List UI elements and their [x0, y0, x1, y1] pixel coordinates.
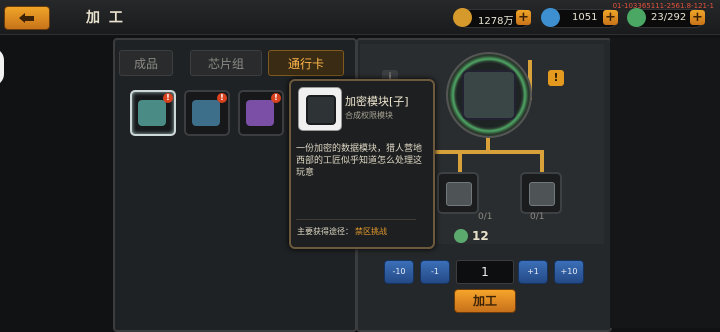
gold-coin-icon: [453, 8, 472, 27]
key-count: 12: [472, 229, 489, 243]
version-text: 01-103365111-2561.8-121-1: [612, 2, 714, 10]
add-energy-button[interactable]: +: [690, 10, 705, 25]
back-button[interactable]: [4, 6, 50, 30]
alert-badge: !: [271, 93, 281, 103]
alert-badge: !: [163, 93, 173, 103]
tooltip-divider: [296, 219, 416, 220]
page-title: 加 工: [86, 10, 125, 26]
tab-products[interactable]: 成品: [119, 50, 173, 76]
edge-handle[interactable]: [0, 48, 4, 86]
module-icon: [192, 100, 220, 126]
tooltip-source-value[interactable]: 禁区挑战: [355, 226, 387, 237]
gold-value: 1278万: [478, 16, 514, 27]
green-energy-icon: [627, 8, 646, 27]
material-slot[interactable]: [437, 172, 479, 214]
process-button[interactable]: 加工: [454, 289, 516, 313]
side-background: [610, 38, 720, 328]
material-slot[interactable]: [520, 172, 562, 214]
material-icon: [446, 182, 472, 206]
plus-10-button[interactable]: +10: [554, 260, 584, 284]
add-gold-button[interactable]: +: [516, 10, 531, 25]
minus-1-button[interactable]: -1: [420, 260, 450, 284]
crystal-value: 1051: [572, 12, 598, 23]
circuit-wire: [460, 150, 542, 154]
tooltip-description: 一份加密的数据模块，猎人营地西部的工匠似乎知道怎么处理这玩意: [296, 144, 423, 178]
warning-button[interactable]: !: [548, 70, 564, 86]
plus-1-button[interactable]: +1: [518, 260, 548, 284]
module-icon: [246, 100, 274, 126]
tooltip-item-type: 合成权限模块: [345, 111, 393, 120]
material-count: 0/1: [530, 212, 545, 222]
tab-passcards[interactable]: 通行卡: [268, 50, 344, 76]
tab-chipsets[interactable]: 芯片组: [190, 50, 262, 76]
encrypted-module-icon: [306, 95, 336, 125]
key-icon: [454, 229, 468, 243]
tooltip-item-name: 加密模块[子]: [345, 95, 409, 108]
module-icon: [138, 100, 166, 126]
material-icon: [529, 182, 555, 206]
back-arrow-icon: [19, 13, 34, 23]
add-crystal-button[interactable]: +: [603, 10, 618, 25]
item-slot[interactable]: !: [130, 90, 176, 136]
minus-10-button[interactable]: -10: [384, 260, 414, 284]
item-slot[interactable]: !: [184, 90, 230, 136]
quantity-field[interactable]: 1: [456, 260, 514, 284]
tooltip-source-label: 主要获得途径：: [297, 227, 353, 236]
alert-badge: !: [217, 93, 227, 103]
blue-crystal-icon: [541, 8, 560, 27]
item-slot[interactable]: !: [238, 90, 284, 136]
material-count: 0/1: [478, 212, 493, 222]
circuit-wire: [540, 150, 544, 172]
circuit-wire: [458, 150, 462, 172]
target-module-icon: [462, 70, 516, 120]
energy-value: 23/292: [651, 12, 687, 23]
